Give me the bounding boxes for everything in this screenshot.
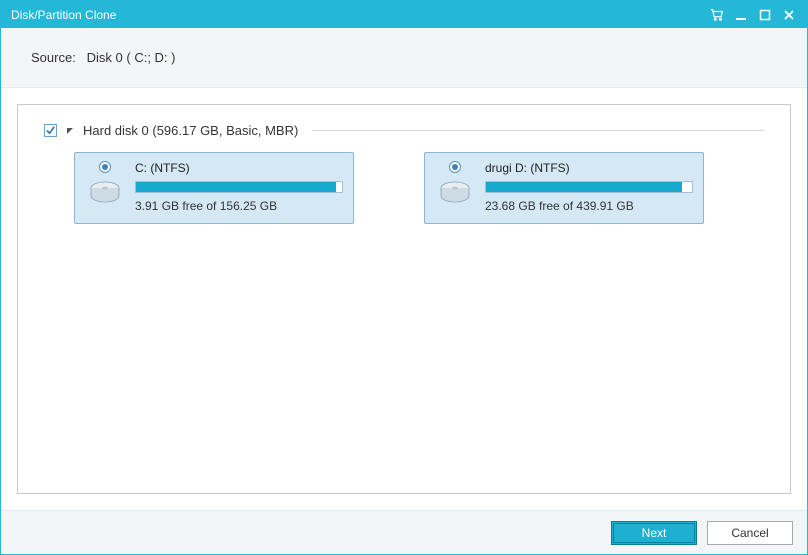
source-label: Source: [31,50,76,65]
minimize-button[interactable] [729,5,753,25]
window-title: Disk/Partition Clone [11,8,705,22]
cancel-button[interactable]: Cancel [707,521,793,545]
cart-icon[interactable] [705,5,729,25]
usage-fill [136,182,336,192]
usage-fill [486,182,682,192]
disk-panel: Hard disk 0 (596.17 GB, Basic, MBR) [17,104,791,494]
header-divider [312,130,764,131]
partition-list: C: (NTFS) 3.91 GB free of 156.25 GB [44,152,764,224]
partition-free-text: 3.91 GB free of 156.25 GB [135,199,343,213]
drive-icon [87,179,123,210]
partition-radio[interactable] [99,161,111,173]
drive-icon [437,179,473,210]
maximize-button[interactable] [753,5,777,25]
partition-free-text: 23.68 GB free of 439.91 GB [485,199,693,213]
usage-bar [485,181,693,193]
partition-title: C: (NTFS) [135,161,343,175]
source-value: Disk 0 ( C:; D: ) [87,50,176,65]
disk-label: Hard disk 0 (596.17 GB, Basic, MBR) [83,123,298,138]
source-strip: Source: Disk 0 ( C:; D: ) [1,28,807,88]
footer: Next Cancel [1,510,807,554]
close-button[interactable] [777,5,801,25]
partition-card[interactable]: C: (NTFS) 3.91 GB free of 156.25 GB [74,152,354,224]
content-area: Hard disk 0 (596.17 GB, Basic, MBR) [1,88,807,510]
disk-header-row: Hard disk 0 (596.17 GB, Basic, MBR) [44,123,764,138]
usage-bar [135,181,343,193]
partition-card[interactable]: drugi D: (NTFS) 23.68 GB free of 439.91 … [424,152,704,224]
partition-title: drugi D: (NTFS) [485,161,693,175]
partition-radio[interactable] [449,161,461,173]
collapse-toggle[interactable] [65,126,75,136]
next-button[interactable]: Next [611,521,697,545]
disk-checkbox[interactable] [44,124,57,137]
titlebar: Disk/Partition Clone [1,1,807,28]
